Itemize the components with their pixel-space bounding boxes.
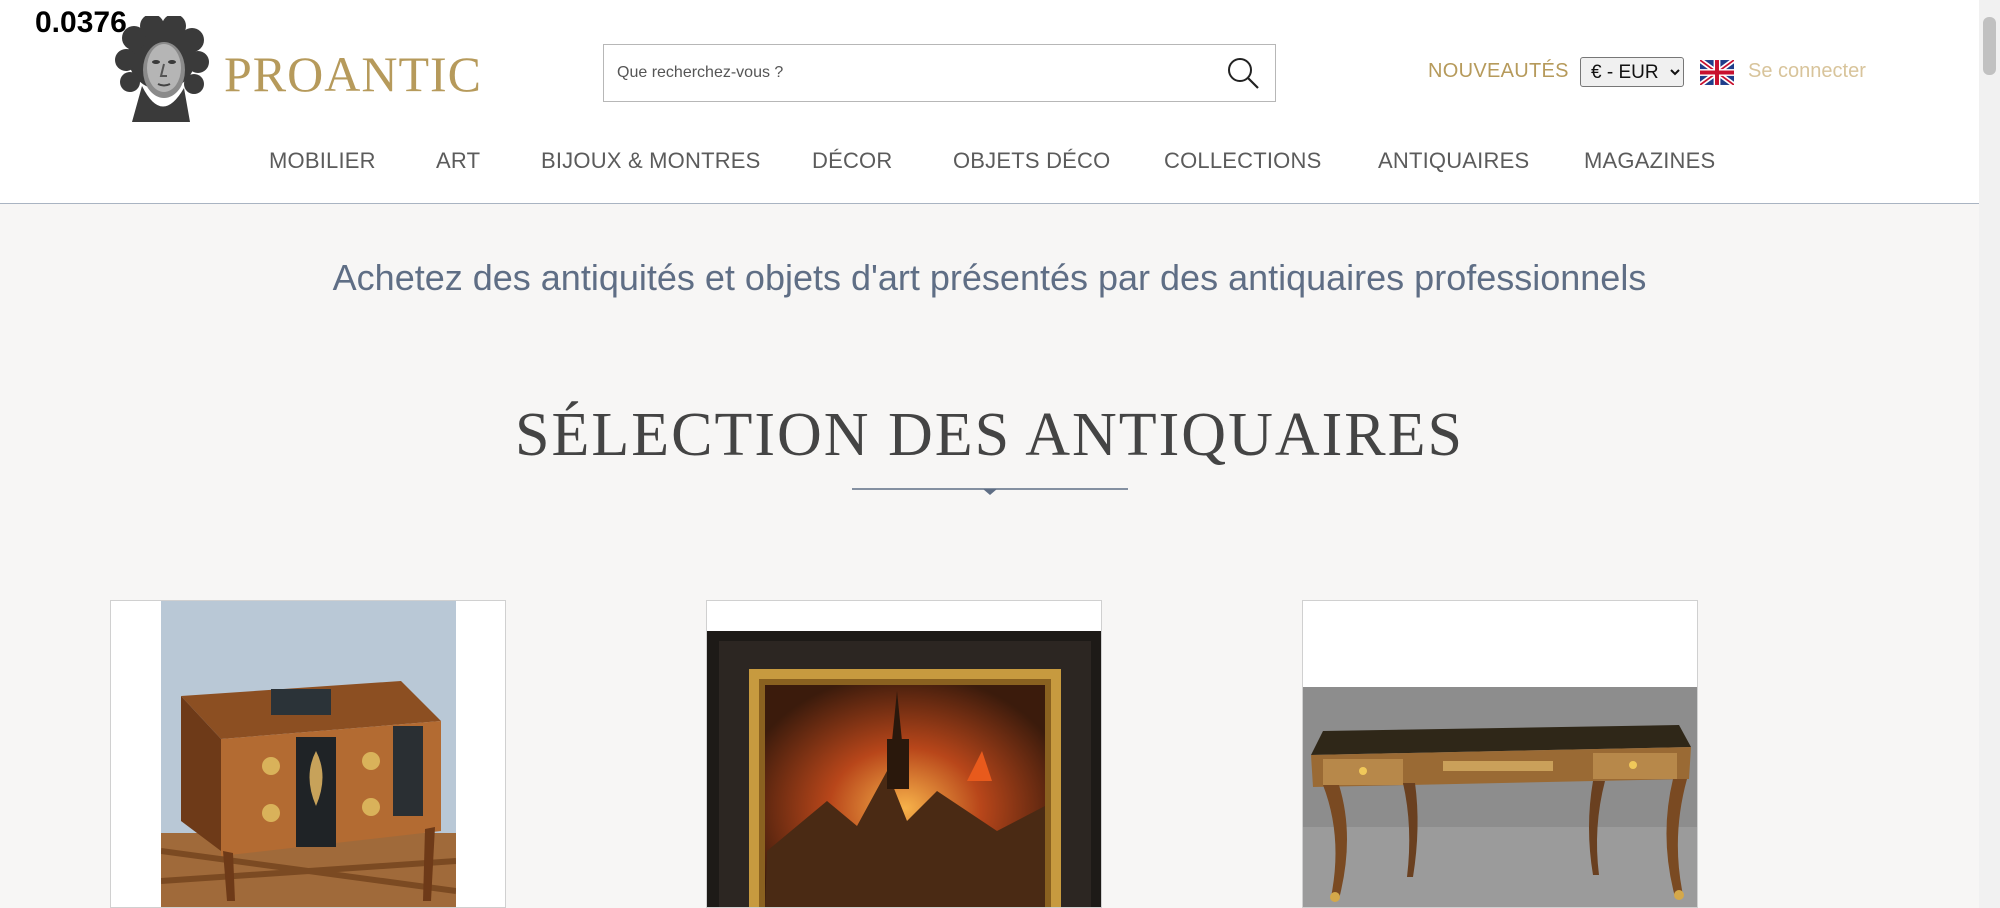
login-link[interactable]: Se connecter <box>1748 60 1866 83</box>
product-card-desk[interactable] <box>1302 600 1698 908</box>
nav-item-magazines[interactable]: MAGAZINES <box>1584 148 1715 174</box>
nav-item-antiquaires[interactable]: ANTIQUAIRES <box>1378 148 1529 174</box>
overlay-number: 0.0376 <box>35 6 127 39</box>
nav-item-mobilier[interactable]: MOBILIER <box>269 148 376 174</box>
nav-item-bijoux-montres[interactable]: BIJOUX & MONTRES <box>541 148 761 174</box>
nav-item-decor[interactable]: DÉCOR <box>812 148 892 174</box>
currency-select[interactable]: € - EUR <box>1580 57 1684 87</box>
brand-name[interactable]: PROANTIC <box>224 45 482 103</box>
section-title: SÉLECTION DES ANTIQUAIRES <box>515 401 1464 469</box>
product-image-desk <box>1303 687 1697 907</box>
nav-item-collections[interactable]: COLLECTIONS <box>1164 148 1321 174</box>
nav-item-art[interactable]: ART <box>436 148 480 174</box>
product-image-painting <box>707 631 1101 907</box>
tagline: Achetez des antiquités et objets d'art p… <box>332 257 1647 298</box>
search-bar <box>603 44 1276 102</box>
title-divider <box>852 488 1128 495</box>
product-card-commode[interactable] <box>110 600 506 908</box>
nav-item-objets-deco[interactable]: OBJETS DÉCO <box>953 148 1110 174</box>
main-nav: MOBILIER ART BIJOUX & MONTRES DÉCOR OBJE… <box>0 148 1979 178</box>
uk-flag-icon[interactable] <box>1700 60 1734 85</box>
site-header: PROANTIC NOUVEAUTÉS € - EUR Se connecter… <box>0 0 1979 204</box>
page-scrollbar[interactable] <box>1979 0 2000 908</box>
scrollbar-thumb[interactable] <box>1983 17 1996 75</box>
product-image-commode <box>161 601 456 907</box>
bust-logo-icon[interactable] <box>112 16 212 122</box>
search-input[interactable] <box>604 45 1204 101</box>
search-icon[interactable] <box>1225 55 1261 91</box>
new-arrivals-link[interactable]: NOUVEAUTÉS <box>1428 60 1569 83</box>
product-card-painting[interactable] <box>706 600 1102 908</box>
